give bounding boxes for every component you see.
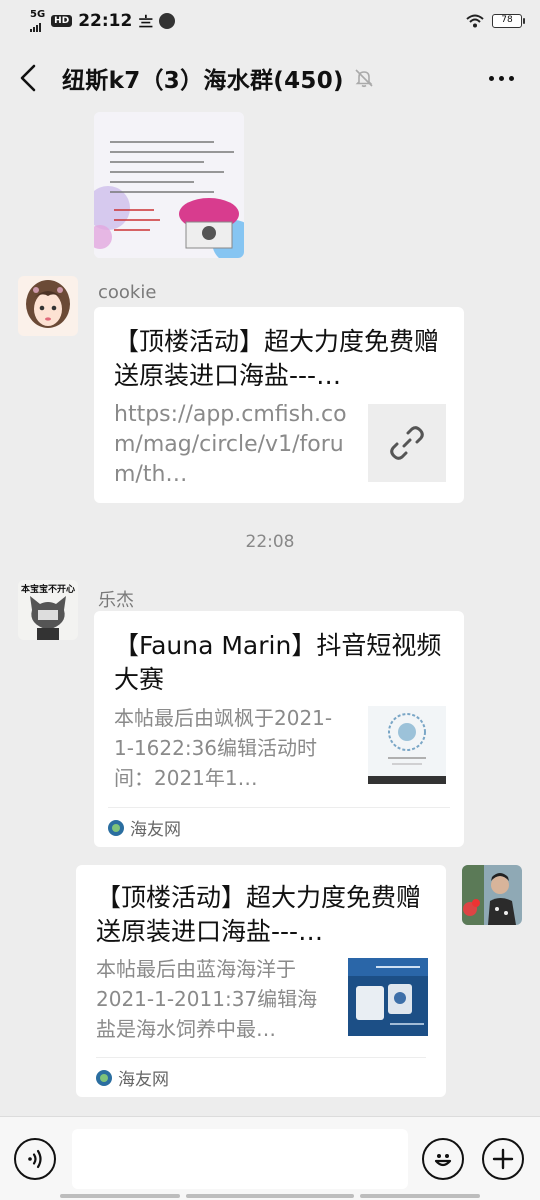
link-card-title: 【顶楼活动】超大力度免费赠送原装进口海盐---…: [114, 327, 440, 390]
voice-button[interactable]: [14, 1138, 56, 1180]
status-time: 22:12: [78, 11, 133, 31]
link-card-title: 【Fauna Marin】抖音短视频大赛: [114, 631, 442, 694]
wifi-icon: [466, 14, 484, 28]
message-timestamp: 22:08: [245, 532, 295, 552]
sender-name: 乐杰: [98, 590, 134, 611]
back-button[interactable]: [16, 63, 40, 93]
more-dot: [499, 75, 504, 81]
voice-icon: [28, 1149, 42, 1169]
avatar-cookie-image: [18, 276, 78, 336]
app-badge-icon: [159, 13, 176, 29]
source-app-icon: [96, 1069, 112, 1086]
salt-product-thumbnail: [348, 958, 428, 1036]
network-type: 5G: [30, 9, 46, 20]
avatar[interactable]: 本宝宝不开心: [18, 580, 78, 640]
image-thumbnail: [94, 112, 244, 258]
chevron-left-icon: [20, 64, 36, 92]
avatar[interactable]: [18, 276, 78, 336]
link-card-url: https://app.cmfish.com/mag/circle/v1/for…: [114, 402, 347, 487]
more-dot: [509, 75, 514, 81]
source-app-icon: [108, 819, 124, 836]
nav-gesture-bar: [60, 1194, 180, 1198]
chat-title: 纽斯k7（3）海水群(450): [62, 68, 344, 94]
link-card-title: 【顶楼活动】超大力度免费赠送原装进口海盐---…: [96, 883, 422, 946]
hd-badge: HD: [51, 15, 73, 27]
signal-icon: 5G: [30, 10, 45, 32]
add-button[interactable]: [482, 1138, 524, 1180]
link-card-message[interactable]: 【Fauna Marin】抖音短视频大赛 本帖最后由飒枫于2021-1-1622…: [94, 611, 464, 847]
link-card-source-label: 海友网: [130, 820, 181, 840]
more-dot: [489, 75, 494, 81]
link-card-message[interactable]: 【顶楼活动】超大力度免费赠送原装进口海盐---… https://app.cmf…: [94, 307, 464, 503]
link-card-source: 海友网: [108, 807, 450, 847]
link-icon: [390, 426, 424, 460]
battery-indicator: 78: [492, 14, 525, 28]
bell-off-icon: [355, 69, 373, 88]
more-button[interactable]: [489, 75, 514, 81]
fauna-marin-thumbnail: [368, 706, 446, 784]
nav-gesture-bar: [186, 1194, 354, 1198]
chat-input-bar: [0, 1116, 540, 1200]
link-card-description: 本帖最后由蓝海海洋于2021-1-2011:37编辑海盐是海水饲养中最…: [96, 957, 318, 1041]
image-message[interactable]: [94, 112, 244, 258]
notification-icon: 〨: [138, 12, 154, 31]
avatar[interactable]: [462, 865, 522, 925]
svg-text:本宝宝不开心: 本宝宝不开心: [21, 583, 75, 595]
link-card-source-label: 海友网: [118, 1070, 169, 1090]
link-thumbnail: [368, 404, 446, 482]
link-card-message[interactable]: 【顶楼活动】超大力度免费赠送原装进口海盐---… 本帖最后由蓝海海洋于2021-…: [76, 865, 446, 1097]
link-thumbnail: [368, 706, 446, 784]
link-thumbnail: [348, 958, 428, 1036]
plus-icon: [492, 1148, 514, 1170]
emoji-button[interactable]: [422, 1138, 464, 1180]
link-card-description: 本帖最后由飒枫于2021-1-1622:36编辑活动时间：2021年1…: [114, 706, 333, 790]
emoji-icon: [434, 1154, 452, 1167]
avatar-lejie-image: 本宝宝不开心: [18, 580, 78, 640]
nav-gesture-bar: [360, 1194, 480, 1198]
avatar-self-image: [462, 865, 522, 925]
chat-header: 纽斯k7（3）海水群(450): [0, 42, 540, 114]
link-card-source: 海友网: [96, 1057, 426, 1097]
sender-name: cookie: [98, 282, 157, 303]
message-input[interactable]: [72, 1129, 408, 1189]
status-bar: 5G HD 22:12 〨 78: [0, 0, 540, 42]
